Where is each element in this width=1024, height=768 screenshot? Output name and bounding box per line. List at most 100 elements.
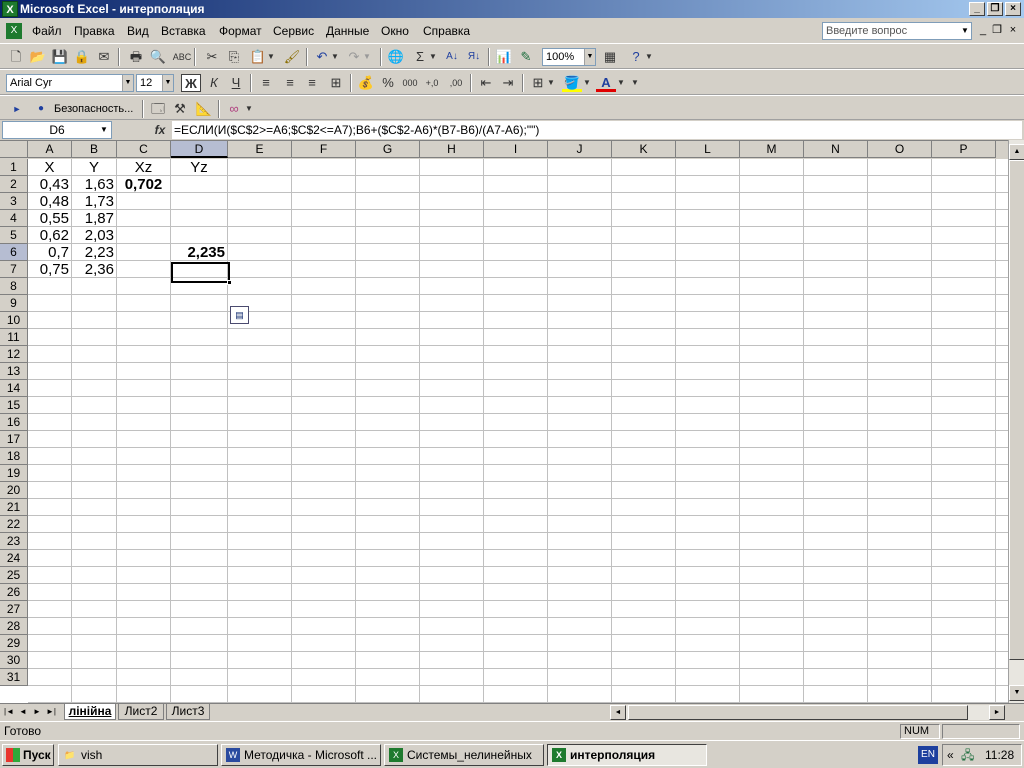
last-sheet-icon[interactable]: ►| xyxy=(44,705,58,719)
prev-sheet-icon[interactable]: ◄ xyxy=(16,705,30,719)
menu-view[interactable]: Вид xyxy=(127,20,149,42)
row-header-22[interactable]: 22 xyxy=(0,516,28,533)
menu-file[interactable]: Файл xyxy=(32,20,62,42)
column-header-e[interactable]: E xyxy=(228,141,292,158)
thousands-button[interactable]: 000 xyxy=(400,74,420,92)
column-header-n[interactable]: N xyxy=(804,141,868,158)
workbook-icon[interactable]: X xyxy=(6,23,22,39)
redo-icon[interactable]: ↷ xyxy=(344,48,364,66)
insert-function-button[interactable]: fx xyxy=(150,121,170,139)
row-header-3[interactable]: 3 xyxy=(0,193,28,210)
formula-input[interactable]: =ЕСЛИ(И($C$2>=A6;$C$2<=A7);B6+($C$2-A6)*… xyxy=(172,121,1022,139)
row-header-26[interactable]: 26 xyxy=(0,584,28,601)
increase-indent-icon[interactable]: ⇥ xyxy=(498,74,518,92)
close-button[interactable]: × xyxy=(1005,2,1021,16)
excel-app-icon[interactable]: X xyxy=(2,1,18,17)
cut-icon[interactable]: ✂ xyxy=(202,48,222,66)
new-document-icon[interactable]: 🗋 xyxy=(6,48,26,66)
font-color-icon[interactable]: A xyxy=(596,74,616,92)
task-excel-systems[interactable]: X Системы_нелинейных xyxy=(384,744,544,766)
row-header-12[interactable]: 12 xyxy=(0,346,28,363)
bullet-icon[interactable]: ● xyxy=(34,100,48,118)
cell-c1[interactable]: Xz xyxy=(117,159,170,176)
row-header-1[interactable]: 1 xyxy=(0,159,28,176)
minimize-button[interactable]: _ xyxy=(969,2,985,16)
chevron-down-icon[interactable]: ▼ xyxy=(266,48,276,66)
row-header-11[interactable]: 11 xyxy=(0,329,28,346)
row-header-23[interactable]: 23 xyxy=(0,533,28,550)
sort-ascending-icon[interactable]: A↓ xyxy=(442,48,462,66)
row-header-21[interactable]: 21 xyxy=(0,499,28,516)
row-header-20[interactable]: 20 xyxy=(0,482,28,499)
chevron-down-icon[interactable]: ▼ xyxy=(616,74,626,92)
row-header-30[interactable]: 30 xyxy=(0,652,28,669)
sheet-tab-active[interactable]: лінійна xyxy=(64,704,116,720)
paste-options-icon[interactable]: ▤ xyxy=(230,306,249,324)
menu-window[interactable]: Окно xyxy=(381,20,409,42)
horizontal-scrollbar[interactable]: ◄ ► xyxy=(610,705,1005,720)
column-header-h[interactable]: H xyxy=(420,141,484,158)
menu-help[interactable]: Справка xyxy=(423,20,470,42)
zoom-select[interactable]: 100% ▼ xyxy=(542,48,596,66)
cell-b5[interactable]: 2,03 xyxy=(72,227,116,244)
row-header-13[interactable]: 13 xyxy=(0,363,28,380)
menu-tools[interactable]: Сервис xyxy=(273,20,314,42)
column-header-o[interactable]: O xyxy=(868,141,932,158)
task-vish[interactable]: 📁 vish xyxy=(58,744,218,766)
first-sheet-icon[interactable]: |◄ xyxy=(2,705,16,719)
chevron-down-icon[interactable]: ▼ xyxy=(644,48,654,66)
row-header-14[interactable]: 14 xyxy=(0,380,28,397)
save-icon[interactable]: 💾 xyxy=(50,48,70,66)
row-header-29[interactable]: 29 xyxy=(0,635,28,652)
column-header-d[interactable]: D xyxy=(171,141,228,158)
doc-minimize-button[interactable]: _ xyxy=(976,23,990,37)
chart-wizard-icon[interactable]: 📊 xyxy=(494,48,514,66)
row-header-2[interactable]: 2 xyxy=(0,176,28,193)
chevron-down-icon[interactable]: ▼ xyxy=(428,48,438,66)
cell-b2[interactable]: 1,63 xyxy=(72,176,116,193)
column-header-f[interactable]: F xyxy=(292,141,356,158)
cell-b6[interactable]: 2,23 xyxy=(72,244,116,261)
column-header-p[interactable]: P xyxy=(932,141,996,158)
next-sheet-icon[interactable]: ► xyxy=(30,705,44,719)
column-header-i[interactable]: I xyxy=(484,141,548,158)
fill-color-icon[interactable]: 🪣 xyxy=(562,74,582,92)
row-header-5[interactable]: 5 xyxy=(0,227,28,244)
hyperlink-icon[interactable]: 🌐 xyxy=(386,48,406,66)
cell-a2[interactable]: 0,43 xyxy=(28,176,71,193)
task-word[interactable]: W Методичка - Microsoft ... xyxy=(221,744,381,766)
sheet-tab-3[interactable]: Лист3 xyxy=(166,704,210,720)
tray-expand-icon[interactable]: « xyxy=(947,745,954,765)
layout-icon[interactable]: ▦ xyxy=(600,48,620,66)
currency-icon[interactable]: 💰 xyxy=(356,74,376,92)
bold-button[interactable]: Ж xyxy=(181,74,201,92)
column-header-b[interactable]: B xyxy=(72,141,117,158)
cell-b4[interactable]: 1,87 xyxy=(72,210,116,227)
font-size-select[interactable]: 12 ▼ xyxy=(136,74,174,92)
cell-a4[interactable]: 0,55 xyxy=(28,210,71,227)
menu-insert[interactable]: Вставка xyxy=(161,20,206,42)
cell-b3[interactable]: 1,73 xyxy=(72,193,116,210)
chevron-down-icon[interactable]: ▼ xyxy=(582,74,592,92)
row-header-15[interactable]: 15 xyxy=(0,397,28,414)
cell-a6[interactable]: 0,7 xyxy=(28,244,71,261)
column-header-m[interactable]: M xyxy=(740,141,804,158)
row-header-4[interactable]: 4 xyxy=(0,210,28,227)
menu-edit[interactable]: Правка xyxy=(74,20,115,42)
row-header-24[interactable]: 24 xyxy=(0,550,28,567)
chevron-down-icon[interactable]: ▼ xyxy=(330,48,340,66)
underline-button[interactable]: Ч xyxy=(226,74,246,92)
scroll-down-icon[interactable]: ▼ xyxy=(1009,685,1024,701)
row-header-10[interactable]: 10 xyxy=(0,312,28,329)
row-header-8[interactable]: 8 xyxy=(0,278,28,295)
row-header-31[interactable]: 31 xyxy=(0,669,28,686)
row-header-16[interactable]: 16 xyxy=(0,414,28,431)
font-name-select[interactable]: Arial Cyr ▼ xyxy=(6,74,134,92)
spelling-icon[interactable]: ABC xyxy=(172,48,192,66)
chevron-down-icon[interactable]: ▼ xyxy=(630,74,640,92)
row-header-28[interactable]: 28 xyxy=(0,618,28,635)
network-icon[interactable]: 🖧 xyxy=(961,745,974,765)
increase-decimal-icon[interactable]: +,0 xyxy=(422,74,442,92)
column-header-a[interactable]: A xyxy=(28,141,72,158)
column-header-g[interactable]: G xyxy=(356,141,420,158)
